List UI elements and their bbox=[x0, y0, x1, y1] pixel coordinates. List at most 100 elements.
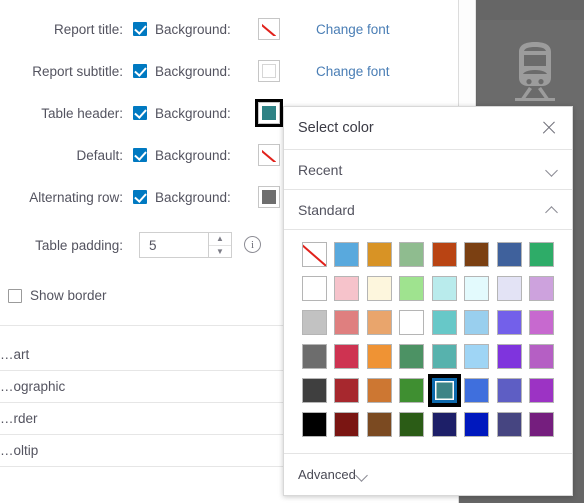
color-preview bbox=[262, 64, 276, 78]
chevron-up-icon[interactable]: ▲ bbox=[209, 233, 231, 246]
color-swatch[interactable] bbox=[399, 344, 425, 369]
table-padding-stepper[interactable]: 5 ▲ ▼ bbox=[139, 232, 232, 258]
row-label: Default: bbox=[76, 147, 123, 163]
check-icon bbox=[134, 106, 147, 119]
train-icon bbox=[513, 40, 557, 102]
background-color-button-report-title[interactable] bbox=[258, 18, 280, 40]
background-checkbox-label: Background: bbox=[155, 63, 231, 79]
color-swatch[interactable] bbox=[529, 310, 555, 335]
background-checkbox-label: Background: bbox=[155, 105, 231, 121]
background-color-button-alternating-row[interactable] bbox=[258, 186, 280, 208]
color-swatch[interactable] bbox=[529, 378, 555, 403]
background-checkbox-report-title[interactable] bbox=[133, 22, 147, 36]
chevron-down-icon[interactable]: ▼ bbox=[209, 246, 231, 258]
show-border-label: Show border bbox=[30, 288, 107, 303]
color-swatch[interactable] bbox=[464, 242, 490, 267]
color-swatch[interactable] bbox=[301, 378, 327, 403]
color-swatch[interactable] bbox=[464, 378, 490, 403]
color-swatch[interactable] bbox=[399, 310, 425, 335]
row-label: Report subtitle: bbox=[32, 63, 123, 79]
background-checkbox-label: Background: bbox=[155, 147, 231, 163]
background-checkbox-default[interactable] bbox=[133, 148, 147, 162]
chevron-down-icon bbox=[356, 469, 368, 481]
color-swatch[interactable] bbox=[464, 310, 490, 335]
no-color-icon bbox=[262, 22, 276, 36]
color-swatch[interactable] bbox=[496, 310, 522, 335]
background-checkbox-table-header[interactable] bbox=[133, 106, 147, 120]
color-swatch[interactable] bbox=[431, 412, 457, 437]
color-swatch[interactable] bbox=[431, 276, 457, 301]
color-swatch[interactable] bbox=[366, 276, 392, 301]
show-border-row[interactable]: Show border bbox=[8, 288, 107, 303]
color-swatch[interactable] bbox=[366, 412, 392, 437]
color-swatch[interactable] bbox=[529, 276, 555, 301]
color-swatch[interactable] bbox=[464, 344, 490, 369]
color-swatch[interactable] bbox=[366, 242, 392, 267]
color-swatch[interactable] bbox=[496, 378, 522, 403]
color-preview bbox=[262, 190, 276, 204]
color-swatch[interactable] bbox=[496, 344, 522, 369]
change-font-link-report-title[interactable]: Change font bbox=[316, 22, 390, 37]
no-color-icon bbox=[262, 148, 276, 162]
color-swatch[interactable] bbox=[431, 310, 457, 335]
background-checkbox-alternating-row[interactable] bbox=[133, 190, 147, 204]
color-swatch[interactable] bbox=[464, 412, 490, 437]
section-recent[interactable]: Recent bbox=[284, 150, 572, 190]
check-icon bbox=[134, 64, 147, 77]
stepper-buttons: ▲ ▼ bbox=[208, 233, 231, 257]
color-swatch[interactable] bbox=[496, 412, 522, 437]
color-swatch[interactable] bbox=[301, 310, 327, 335]
color-swatch[interactable] bbox=[334, 412, 360, 437]
check-icon bbox=[134, 22, 147, 35]
standard-color-grid bbox=[284, 230, 572, 453]
color-swatch[interactable] bbox=[431, 344, 457, 369]
show-border-checkbox[interactable] bbox=[8, 288, 22, 303]
row-label: Report title: bbox=[53, 21, 123, 37]
chevron-down-icon bbox=[546, 164, 558, 176]
background-color-button-table-header[interactable] bbox=[255, 99, 283, 127]
color-swatch[interactable] bbox=[431, 242, 457, 267]
row-label: Table padding: bbox=[35, 237, 123, 253]
color-swatch[interactable] bbox=[529, 242, 555, 267]
section-recent-label: Recent bbox=[298, 161, 343, 178]
row-label: Alternating row: bbox=[29, 189, 123, 205]
color-swatch[interactable] bbox=[334, 378, 360, 403]
color-swatch[interactable] bbox=[464, 276, 490, 301]
info-icon[interactable]: i bbox=[244, 236, 261, 253]
color-swatch[interactable] bbox=[334, 242, 360, 267]
section-advanced[interactable]: Advanced bbox=[284, 453, 572, 495]
change-font-link-report-subtitle[interactable]: Change font bbox=[316, 64, 390, 79]
color-swatch[interactable] bbox=[301, 276, 327, 301]
color-swatch[interactable] bbox=[334, 344, 360, 369]
background-checkbox-report-subtitle[interactable] bbox=[133, 64, 147, 78]
color-swatch[interactable] bbox=[496, 242, 522, 267]
close-icon[interactable] bbox=[540, 119, 558, 137]
color-swatch[interactable] bbox=[366, 344, 392, 369]
color-swatch[interactable] bbox=[399, 276, 425, 301]
popup-title: Select color bbox=[298, 120, 374, 136]
color-swatch[interactable] bbox=[399, 242, 425, 267]
color-swatch[interactable] bbox=[334, 276, 360, 301]
color-swatch[interactable] bbox=[496, 276, 522, 301]
color-swatch[interactable] bbox=[301, 344, 327, 369]
color-swatch[interactable] bbox=[529, 344, 555, 369]
table-padding-input[interactable]: 5 bbox=[140, 233, 208, 257]
color-swatch[interactable] bbox=[334, 310, 360, 335]
color-swatch[interactable] bbox=[399, 378, 425, 403]
color-swatch[interactable] bbox=[366, 378, 392, 403]
section-standard[interactable]: Standard bbox=[284, 190, 572, 230]
color-swatch[interactable] bbox=[427, 374, 461, 407]
section-advanced-label: Advanced bbox=[298, 467, 356, 482]
color-swatch[interactable] bbox=[399, 412, 425, 437]
color-preview bbox=[262, 106, 276, 120]
background-color-button-report-subtitle[interactable] bbox=[258, 60, 280, 82]
color-swatch[interactable] bbox=[366, 310, 392, 335]
swatch-no-color[interactable] bbox=[301, 242, 327, 267]
color-swatch[interactable] bbox=[529, 412, 555, 437]
select-color-popup: Select color Recent Standard Advanced bbox=[283, 106, 573, 496]
color-swatch[interactable] bbox=[301, 412, 327, 437]
check-icon bbox=[134, 148, 147, 161]
background-checkbox-label: Background: bbox=[155, 189, 231, 205]
popup-header: Select color bbox=[284, 107, 572, 150]
background-color-button-default[interactable] bbox=[258, 144, 280, 166]
